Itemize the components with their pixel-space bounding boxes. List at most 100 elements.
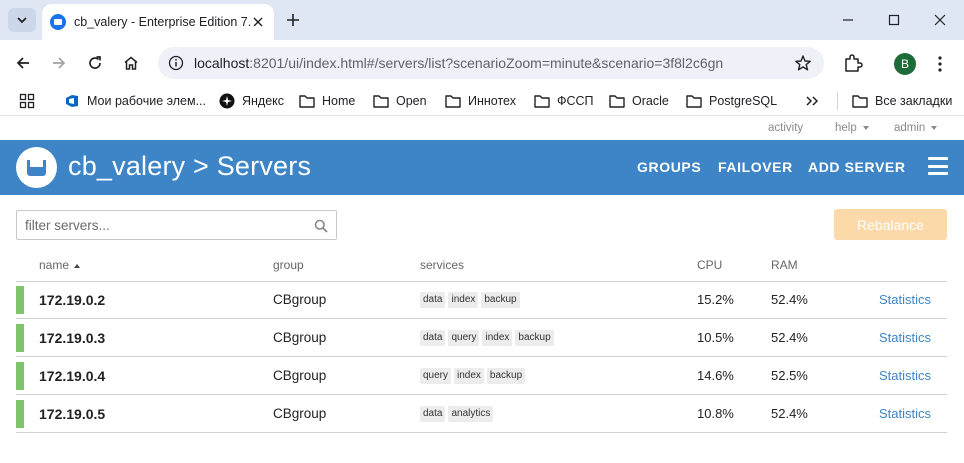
failover-link[interactable]: FAILOVER <box>718 159 793 175</box>
azure-devops-icon <box>64 93 80 109</box>
bookmark-item[interactable]: ФССП <box>534 92 594 110</box>
status-indicator <box>16 324 24 352</box>
bookmark-item[interactable]: Home <box>299 92 355 110</box>
reload-icon[interactable] <box>83 51 107 75</box>
tab-title: cb_valery - Enterprise Edition 7. <box>74 15 252 29</box>
service-badge: backup <box>515 330 554 346</box>
close-tab-icon[interactable] <box>250 14 266 30</box>
couchbase-logo-icon[interactable] <box>16 147 57 188</box>
profile-avatar[interactable]: B <box>894 53 916 75</box>
bookmark-label: ФССП <box>557 94 594 108</box>
url-text[interactable]: localhost:8201/ui/index.html#/servers/li… <box>194 55 723 71</box>
hamburger-menu-icon[interactable] <box>928 157 948 175</box>
bookmark-item[interactable]: Иннотех <box>445 92 516 110</box>
table-row[interactable]: 172.19.0.3 CBgroup data query index back… <box>16 319 947 357</box>
folder-icon <box>534 93 550 109</box>
site-info-icon[interactable] <box>168 55 184 71</box>
address-bar[interactable]: localhost:8201/ui/index.html#/servers/li… <box>158 47 824 79</box>
column-header-name[interactable]: name <box>39 258 81 272</box>
table-row[interactable]: 172.19.0.4 CBgroup query index backup 14… <box>16 357 947 395</box>
ram-value: 52.4% <box>771 292 808 307</box>
service-list: query index backup <box>420 368 526 384</box>
column-header-label: name <box>39 258 70 272</box>
service-badge: backup <box>481 292 520 308</box>
bookmark-item[interactable]: Яндекс <box>219 92 284 110</box>
service-badge: data <box>420 292 446 308</box>
server-name[interactable]: 172.19.0.5 <box>39 406 105 422</box>
column-header-cpu[interactable]: CPU <box>697 258 722 272</box>
filter-servers-field[interactable] <box>16 210 337 240</box>
extensions-puzzle-icon[interactable] <box>842 52 864 74</box>
service-badge: index <box>448 292 479 308</box>
service-badge: data <box>420 406 446 422</box>
activity-link[interactable]: activity <box>768 122 803 134</box>
bookmark-item[interactable]: PostgreSQL <box>686 92 777 110</box>
all-bookmarks-item[interactable]: Все закладки <box>852 92 952 110</box>
add-server-link[interactable]: ADD SERVER <box>808 159 906 175</box>
back-arrow-icon[interactable] <box>11 51 35 75</box>
rebalance-button[interactable]: Rebalance <box>834 209 947 240</box>
chevron-down-icon <box>17 17 27 24</box>
statistics-link[interactable]: Statistics <box>879 330 931 345</box>
ram-value: 52.4% <box>771 330 808 345</box>
bookmark-label: Яндекс <box>242 94 285 108</box>
statistics-link[interactable]: Statistics <box>879 292 931 307</box>
status-indicator <box>16 362 24 390</box>
bookmark-label: Мои рабочие элем... <box>87 94 206 108</box>
more-bookmarks-icon[interactable] <box>805 92 819 110</box>
statistics-link[interactable]: Statistics <box>879 406 931 421</box>
browser-toolbar: localhost:8201/ui/index.html#/servers/li… <box>0 40 964 86</box>
home-icon[interactable] <box>119 51 143 75</box>
utility-nav: activity help admin <box>0 117 964 139</box>
sort-ascending-icon <box>74 263 81 268</box>
chevron-down-icon <box>931 125 938 130</box>
status-indicator <box>16 286 24 314</box>
cpu-value: 15.2% <box>697 292 734 307</box>
bookmark-label: Home <box>322 94 356 108</box>
admin-menu[interactable]: admin <box>894 122 938 134</box>
server-name[interactable]: 172.19.0.3 <box>39 330 105 346</box>
new-tab-icon[interactable] <box>283 10 303 30</box>
browser-menu-icon[interactable] <box>934 53 946 75</box>
apps-grid-icon[interactable] <box>19 92 35 110</box>
forward-arrow-icon[interactable] <box>47 51 71 75</box>
browser-tab[interactable]: cb_valery - Enterprise Edition 7. <box>42 4 274 40</box>
all-bookmarks-label: Все закладки <box>875 94 953 108</box>
help-label: help <box>835 122 857 134</box>
chevron-down-icon <box>862 125 869 130</box>
groups-link[interactable]: GROUPS <box>637 159 701 175</box>
service-badge: analytics <box>448 406 494 422</box>
ram-value: 52.5% <box>771 368 808 383</box>
help-menu[interactable]: help <box>835 122 869 134</box>
minimize-icon[interactable] <box>838 10 858 30</box>
column-header-group[interactable]: group <box>273 258 304 272</box>
maximize-icon[interactable] <box>884 10 904 30</box>
table-row[interactable]: 172.19.0.2 CBgroup data index backup 15.… <box>16 281 947 319</box>
statistics-link[interactable]: Statistics <box>879 368 931 383</box>
bookmark-item[interactable]: Open <box>373 92 427 110</box>
table-row[interactable]: 172.19.0.5 CBgroup data analytics 10.8% … <box>16 395 947 433</box>
service-badge: query <box>420 368 452 384</box>
server-name[interactable]: 172.19.0.2 <box>39 292 105 308</box>
admin-label: admin <box>894 122 926 134</box>
server-group: CBgroup <box>273 406 327 421</box>
bookmark-label: PostgreSQL <box>709 94 778 108</box>
close-window-icon[interactable] <box>930 10 950 30</box>
search-icon <box>314 219 328 233</box>
bookmark-item[interactable]: Мои рабочие элем... <box>64 92 206 110</box>
bookmark-item[interactable]: Oracle <box>609 92 669 110</box>
service-badge: index <box>482 330 513 346</box>
column-header-ram[interactable]: RAM <box>771 258 798 272</box>
bookmarks-divider <box>837 92 838 110</box>
bookmark-label: Open <box>396 94 427 108</box>
bookmark-label: Oracle <box>632 94 669 108</box>
tab-search-button[interactable] <box>8 8 36 32</box>
folder-icon <box>686 93 702 109</box>
folder-icon <box>852 93 868 109</box>
folder-icon <box>445 93 461 109</box>
filter-servers-input[interactable] <box>17 211 297 239</box>
couchbase-favicon-icon <box>50 14 66 30</box>
bookmark-star-icon[interactable] <box>794 54 812 72</box>
server-name[interactable]: 172.19.0.4 <box>39 368 105 384</box>
cpu-value: 10.5% <box>697 330 734 345</box>
